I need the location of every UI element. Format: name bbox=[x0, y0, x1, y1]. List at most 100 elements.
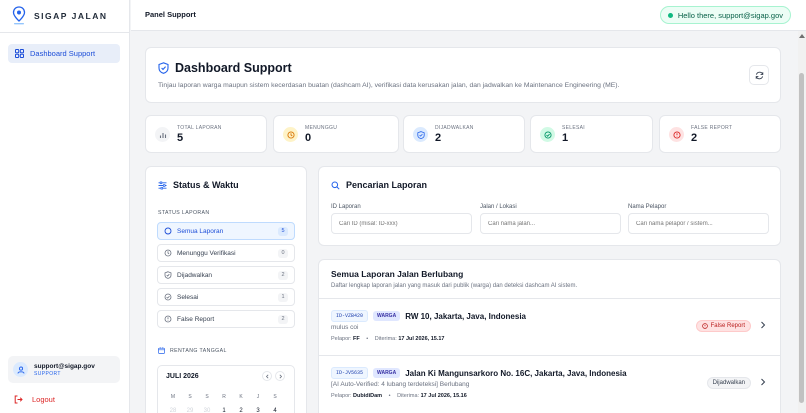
report-location: Jalan Ki Mangunsarkoro No. 16C, Jakarta,… bbox=[405, 368, 627, 378]
user-icon bbox=[17, 366, 25, 374]
sidebar-divider bbox=[0, 32, 129, 33]
refresh-button[interactable] bbox=[749, 65, 769, 85]
online-dot-icon bbox=[667, 12, 673, 18]
report-row-header: ID-VZB420 WARGA RW 10, Jakarta, Java, In… bbox=[331, 310, 526, 322]
stat-card-menunggu: MENUNGGU 0 bbox=[273, 115, 399, 153]
calendar-icon bbox=[158, 347, 165, 354]
status-label: Semua Laporan bbox=[177, 227, 224, 235]
topbar: Panel Support Hello there, support@sigap… bbox=[131, 0, 806, 31]
sidebar-item-dashboard-support[interactable]: Dashboard Support bbox=[8, 44, 120, 63]
panel-title: Panel Support bbox=[145, 10, 196, 19]
scrollbar[interactable] bbox=[798, 31, 806, 413]
shield-check-icon bbox=[164, 271, 172, 279]
status-label: Menunggu Verifikasi bbox=[177, 249, 236, 257]
stat-label: SELESAI bbox=[562, 125, 585, 131]
date-range-calendar[interactable]: JULI 2026 M S S R K J S 28 29 30 1 2 3 4 bbox=[157, 365, 295, 413]
report-row[interactable]: ID-JV5635 WARGA Jalan Ki Mangunsarkoro N… bbox=[319, 356, 780, 412]
field-label-pelapor: Nama Pelapor bbox=[628, 204, 667, 210]
search-panel: Pencarian Laporan ID Laporan Jalan / Lok… bbox=[318, 166, 781, 246]
brand[interactable]: SIGAP JALAN bbox=[12, 6, 108, 26]
stat-icon-bg bbox=[540, 127, 555, 142]
logout-button[interactable]: Logout bbox=[14, 395, 55, 404]
alert-circle-icon bbox=[701, 323, 708, 329]
status-count: 0 bbox=[278, 248, 288, 258]
calendar-prev-button[interactable] bbox=[262, 371, 272, 381]
search-location-input[interactable] bbox=[480, 213, 621, 234]
report-row[interactable]: ID-VZB420 WARGA RW 10, Jakarta, Java, In… bbox=[319, 299, 780, 355]
stat-card-total: TOTAL LAPORAN 5 bbox=[145, 115, 267, 153]
calendar-day[interactable]: 28 bbox=[165, 408, 181, 413]
search-title: Pencarian Laporan bbox=[346, 180, 428, 190]
search-title-group: Pencarian Laporan bbox=[331, 180, 427, 190]
app-name: SIGAP JALAN bbox=[34, 11, 108, 21]
scroll-up-icon[interactable] bbox=[799, 34, 805, 38]
status-label: False Report bbox=[177, 315, 215, 323]
reporter-name: FF bbox=[353, 336, 360, 342]
reports-title: Semua Laporan Jalan Berlubang bbox=[331, 269, 464, 279]
calendar-day[interactable]: 29 bbox=[182, 408, 198, 413]
check-circle-icon bbox=[543, 130, 552, 139]
reporter-label: Pelapor: bbox=[331, 393, 352, 399]
reporter-name: DubidiDam bbox=[353, 393, 383, 399]
report-id: ID-VZB420 bbox=[331, 310, 369, 322]
circle-icon bbox=[164, 227, 172, 235]
report-meta: Pelapor: FF • Diterima: 17 Jul 2026, 15.… bbox=[331, 336, 445, 342]
report-source: WARGA bbox=[373, 368, 401, 378]
page-title: Dashboard Support bbox=[175, 61, 292, 75]
user-role: SUPPORT bbox=[34, 370, 61, 377]
logout-icon bbox=[14, 395, 23, 404]
report-location: RW 10, Jakarta, Java, Indonesia bbox=[405, 311, 526, 321]
stat-value: 2 bbox=[435, 132, 442, 144]
weekday-label: K bbox=[239, 394, 243, 400]
search-reporter-input[interactable] bbox=[628, 213, 769, 234]
stat-icon-bg bbox=[413, 127, 428, 142]
weekday-label: M bbox=[170, 394, 176, 400]
calendar-month: JULI 2026 bbox=[166, 373, 199, 380]
calendar-next-button[interactable] bbox=[275, 371, 285, 381]
calendar-day[interactable]: 2 bbox=[233, 408, 249, 413]
alert-circle-icon bbox=[672, 130, 681, 139]
status-count: 5 bbox=[278, 226, 288, 236]
stat-label: FALSE REPORT bbox=[691, 125, 733, 131]
status-count: 2 bbox=[278, 314, 288, 324]
scrollbar-thumb[interactable] bbox=[799, 73, 804, 403]
stat-value: 0 bbox=[305, 132, 312, 144]
report-description: mulus coi bbox=[331, 324, 359, 331]
reporter-label: Pelapor: bbox=[331, 336, 352, 342]
page-subtitle: Tinjau laporan warga maupun sistem kecer… bbox=[158, 82, 620, 89]
chevron-right-icon[interactable] bbox=[760, 378, 766, 386]
status-filter-false-report[interactable]: False Report 2 bbox=[157, 310, 295, 328]
stat-card-dijadwalkan: DIJADWALKAN 2 bbox=[403, 115, 525, 153]
clock-icon bbox=[164, 249, 172, 257]
calendar-day[interactable]: 30 bbox=[199, 408, 215, 413]
stat-label: DIJADWALKAN bbox=[435, 125, 474, 131]
page-title-group: Dashboard Support bbox=[158, 61, 292, 75]
stat-card-false-report: FALSE REPORT 2 bbox=[659, 115, 781, 153]
stat-icon-bg bbox=[283, 127, 298, 142]
status-label: Selesai bbox=[177, 293, 199, 301]
stat-value: 5 bbox=[177, 132, 184, 144]
search-id-input[interactable] bbox=[331, 213, 472, 234]
shield-check-icon bbox=[158, 62, 169, 74]
report-meta: Pelapor: DubidiDam • Diterima: 17 Jul 20… bbox=[331, 393, 467, 399]
weekday-label: S bbox=[273, 394, 277, 400]
user-email: support@sigap.gov bbox=[34, 362, 95, 370]
reports-panel: Semua Laporan Jalan Berlubang Daftar len… bbox=[318, 259, 781, 413]
bar-chart-icon bbox=[159, 131, 167, 139]
status-filter-dijadwalkan[interactable]: Dijadwalkan 2 bbox=[157, 266, 295, 284]
weekday-label: S bbox=[188, 394, 192, 400]
field-label-id: ID Laporan bbox=[331, 204, 361, 210]
status-count: 2 bbox=[278, 270, 288, 280]
date-heading: RENTANG TANGGAL bbox=[170, 347, 227, 354]
status-filter-selesai[interactable]: Selesai 1 bbox=[157, 288, 295, 306]
status-filter-semua[interactable]: Semua Laporan 5 bbox=[157, 222, 295, 240]
calendar-day[interactable]: 4 bbox=[267, 408, 283, 413]
alert-circle-icon bbox=[164, 315, 172, 323]
filter-title-group: Status & Waktu bbox=[158, 180, 239, 190]
stat-icon-bg bbox=[669, 127, 684, 142]
calendar-day[interactable]: 3 bbox=[250, 408, 266, 413]
chevron-right-icon[interactable] bbox=[760, 321, 766, 329]
status-filter-menunggu[interactable]: Menunggu Verifikasi 0 bbox=[157, 244, 295, 262]
calendar-day[interactable]: 1 bbox=[216, 408, 232, 413]
status-badge-text: Dijadwalkan bbox=[712, 380, 745, 386]
